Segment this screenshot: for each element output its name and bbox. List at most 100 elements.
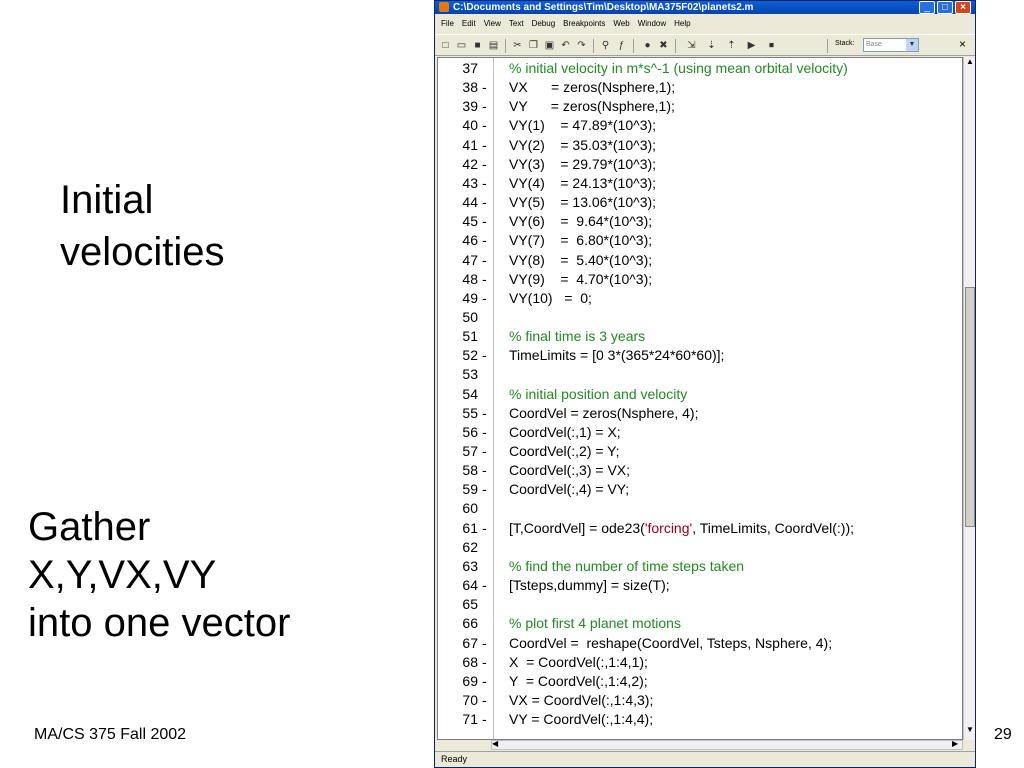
code-line[interactable]: 48- VY(9) = 4.70*(10^3); (438, 270, 962, 289)
new-file-icon[interactable]: □ (439, 39, 452, 52)
cut-icon[interactable]: ✂ (511, 39, 524, 52)
scroll-up-icon[interactable]: ▲ (964, 57, 976, 69)
breakpoint-marker[interactable]: - (482, 193, 492, 212)
code-line[interactable]: 44- VY(5) = 13.06*(10^3); (438, 193, 962, 212)
code-line[interactable]: 47- VY(8) = 5.40*(10^3); (438, 251, 962, 270)
breakpoint-marker[interactable]: - (482, 270, 492, 289)
breakpoint-marker[interactable]: - (482, 231, 492, 250)
breakpoint-marker[interactable]: - (482, 576, 492, 595)
open-file-icon[interactable]: ▭ (455, 39, 468, 52)
copy-icon[interactable]: ❐ (527, 39, 540, 52)
minimize-button[interactable]: _ (919, 1, 935, 14)
breakpoint-marker[interactable]: - (482, 461, 492, 480)
code-line[interactable]: 46- VY(7) = 6.80*(10^3); (438, 231, 962, 250)
code-line[interactable]: 53 (438, 365, 962, 384)
close-button[interactable]: × (955, 1, 971, 14)
step-icon[interactable]: ⇲ (685, 39, 698, 52)
breakpoint-marker[interactable]: - (482, 634, 492, 653)
code-line[interactable]: 67- CoordVel = reshape(CoordVel, Tsteps, … (438, 634, 962, 653)
menu-item-breakpoints[interactable]: Breakpoints (563, 15, 605, 33)
code-line[interactable]: 37 % initial velocity in m*s^-1 (using me… (438, 59, 962, 78)
breakpoint-marker[interactable]: - (482, 155, 492, 174)
code-line[interactable]: 70- VX = CoordVel(:,1:4,3); (438, 691, 962, 710)
breakpoint-marker[interactable]: - (482, 174, 492, 193)
close-document-icon[interactable]: × (959, 37, 966, 51)
breakpoint-marker[interactable]: - (482, 97, 492, 116)
window-titlebar[interactable]: C:\Documents and Settings\Tim\Desktop\MA… (435, 1, 975, 14)
code-line[interactable]: 39- VY = zeros(Nsphere,1); (438, 97, 962, 116)
code-line[interactable]: 51 % final time is 3 years (438, 327, 962, 346)
code-line[interactable]: 41- VY(2) = 35.03*(10^3); (438, 136, 962, 155)
undo-icon[interactable]: ↶ (559, 39, 572, 52)
maximize-button[interactable]: □ (937, 1, 953, 14)
code-line[interactable]: 42- VY(3) = 29.79*(10^3); (438, 155, 962, 174)
menu-item-debug[interactable]: Debug (532, 15, 556, 33)
code-line[interactable]: 62 (438, 538, 962, 557)
breakpoint-marker[interactable]: - (482, 289, 492, 308)
breakpoint-marker[interactable]: - (482, 442, 492, 461)
print-icon[interactable]: ▤ (487, 39, 500, 52)
code-line[interactable]: 63 % find the number of time steps taken (438, 557, 962, 576)
breakpoint-marker[interactable]: - (482, 691, 492, 710)
code-line[interactable]: 60 (438, 499, 962, 518)
clear-breakpoints-icon[interactable]: ✖ (657, 39, 670, 52)
exit-debug-icon[interactable]: ⏹ (765, 39, 778, 52)
breakpoint-marker[interactable]: - (482, 423, 492, 442)
menu-item-text[interactable]: Text (509, 15, 524, 33)
redo-icon[interactable]: ↷ (575, 39, 588, 52)
code-line[interactable]: 38- VX = zeros(Nsphere,1); (438, 78, 962, 97)
menu-item-window[interactable]: Window (638, 15, 666, 33)
scroll-right-icon[interactable]: ▶ (952, 739, 962, 748)
vertical-scrollbar[interactable]: ▲ ▼ (963, 57, 975, 740)
code-line[interactable]: 65 (438, 595, 962, 614)
breakpoint-marker[interactable]: - (482, 78, 492, 97)
code-line[interactable]: 54 % initial position and velocity (438, 385, 962, 404)
breakpoint-marker[interactable]: - (482, 212, 492, 231)
scroll-left-icon[interactable]: ◀ (492, 739, 502, 748)
step-in-icon[interactable]: ⇣ (705, 39, 718, 52)
chevron-down-icon[interactable]: ▼ (906, 39, 918, 51)
set-breakpoint-icon[interactable]: ● (641, 39, 654, 52)
code-line[interactable]: 43- VY(4) = 24.13*(10^3); (438, 174, 962, 193)
menu-item-view[interactable]: View (484, 15, 501, 33)
breakpoint-marker[interactable]: - (482, 346, 492, 365)
code-line[interactable]: 66 % plot first 4 planet motions (438, 614, 962, 633)
code-line[interactable]: 61- [T,CoordVel] = ode23('forcing', TimeL… (438, 519, 962, 538)
breakpoint-marker[interactable]: - (482, 653, 492, 672)
code-line[interactable]: 40- VY(1) = 47.89*(10^3); (438, 116, 962, 135)
scroll-down-icon[interactable]: ▼ (964, 725, 976, 739)
code-line[interactable]: 50 (438, 308, 962, 327)
code-line[interactable]: 57- CoordVel(:,2) = Y; (438, 442, 962, 461)
code-line[interactable]: 68- X = CoordVel(:,1:4,1); (438, 653, 962, 672)
code-line[interactable]: 58- CoordVel(:,3) = VX; (438, 461, 962, 480)
code-line[interactable]: 52- TimeLimits = [0 3*(365*24*60*60)]; (438, 346, 962, 365)
code-line[interactable]: 49- VY(10) = 0; (438, 289, 962, 308)
code-line[interactable]: 45- VY(6) = 9.64*(10^3); (438, 212, 962, 231)
breakpoint-marker[interactable]: - (482, 136, 492, 155)
breakpoint-marker[interactable]: - (482, 480, 492, 499)
code-line[interactable]: 64- [Tsteps,dummy] = size(T); (438, 576, 962, 595)
code-editor[interactable]: 37 % initial velocity in m*s^-1 (using me… (437, 57, 963, 740)
stack-select[interactable]: Base ▼ (863, 38, 919, 52)
menu-item-edit[interactable]: Edit (462, 15, 476, 33)
breakpoint-marker[interactable]: - (482, 672, 492, 691)
menu-item-help[interactable]: Help (674, 15, 690, 33)
breakpoint-marker[interactable]: - (482, 404, 492, 423)
code-line[interactable]: 55- CoordVel = zeros(Nsphere, 4); (438, 404, 962, 423)
code-line[interactable]: 69- Y = CoordVel(:,1:4,2); (438, 672, 962, 691)
vertical-scroll-thumb[interactable] (965, 287, 975, 527)
menu-item-file[interactable]: File (441, 15, 454, 33)
find-icon[interactable]: ⚲ (599, 39, 612, 52)
breakpoint-marker[interactable]: - (482, 710, 492, 729)
step-out-icon[interactable]: ⇡ (725, 39, 738, 52)
menu-item-web[interactable]: Web (613, 15, 629, 33)
code-line[interactable]: 56- CoordVel(:,1) = X; (438, 423, 962, 442)
breakpoint-marker[interactable]: - (482, 251, 492, 270)
code-line[interactable]: 71- VY = CoordVel(:,1:4,4); (438, 710, 962, 729)
paste-icon[interactable]: ▣ (543, 39, 556, 52)
continue-icon[interactable]: ▶ (745, 39, 758, 52)
breakpoint-marker[interactable]: - (482, 519, 492, 538)
function-icon[interactable]: ƒ (615, 39, 628, 52)
code-line[interactable]: 59- CoordVel(:,4) = VY; (438, 480, 962, 499)
horizontal-scrollbar[interactable]: ◀ ▶ (491, 739, 963, 750)
